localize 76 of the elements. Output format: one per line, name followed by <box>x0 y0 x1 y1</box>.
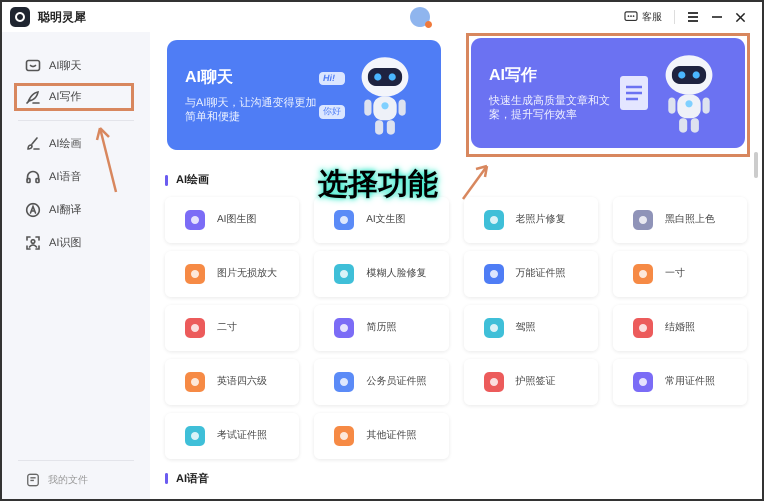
feature-label: 二寸 <box>217 320 237 335</box>
banner-description: 快速生成高质量文章和文案，提升写作效率 <box>489 94 611 122</box>
feature-label: 模糊人脸修复 <box>366 266 426 281</box>
feature-card[interactable]: 结婚照 <box>612 304 747 350</box>
menu-icon[interactable] <box>687 11 699 23</box>
feature-card[interactable]: 其他证件照 <box>314 412 448 458</box>
feature-label: AI图生图 <box>217 212 256 227</box>
sidebar-label: AI识图 <box>49 236 82 251</box>
feature-label: 常用证件照 <box>664 374 715 389</box>
document-icon <box>619 75 649 111</box>
sidebar-item[interactable]: AI翻译 <box>14 196 134 224</box>
banner-title: AI聊天 <box>185 68 234 88</box>
feature-card[interactable]: 护照签证 <box>464 358 598 404</box>
speech-bubble: 你好 <box>319 105 345 118</box>
sidebar-label: AI绘画 <box>49 136 82 152</box>
feature-label: 黑白照上色 <box>664 212 715 227</box>
feature-card[interactable]: 公务员证件照 <box>314 358 448 404</box>
speech-bubble: Hi! <box>319 72 345 85</box>
feature-label: 老照片修复 <box>516 212 566 227</box>
sidebar-label: AI写作 <box>49 90 82 105</box>
sidebar-item[interactable]: AI写作 <box>14 83 134 111</box>
feature-label: AI文生图 <box>366 212 406 227</box>
my-files-label: 我的文件 <box>48 474 88 488</box>
sidebar-item[interactable]: AI绘画 <box>14 130 134 158</box>
feature-label: 公务员证件照 <box>366 375 426 389</box>
arrow <box>460 162 490 202</box>
banner-description: 与AI聊天，让沟通变得更加简单和便捷 <box>185 96 318 124</box>
close-icon[interactable] <box>735 12 746 22</box>
feature-label: 考试证件照 <box>217 428 267 443</box>
feature-card[interactable]: 常用证件照 <box>612 358 747 404</box>
sidebar-label: AI聊天 <box>49 58 82 74</box>
sidebar-label: AI翻译 <box>49 202 82 218</box>
service-button[interactable]: 客服 <box>624 10 662 24</box>
feature-card[interactable]: 考试证件照 <box>165 412 300 458</box>
feature-label: 其他证件照 <box>366 428 416 443</box>
feature-card[interactable]: 黑白照上色 <box>612 196 747 242</box>
feature-label: 图片无损放大 <box>217 266 277 281</box>
feature-card[interactable]: 模糊人脸修复 <box>314 250 448 296</box>
pen-icon <box>25 89 41 105</box>
feature-label: 简历照 <box>366 321 396 335</box>
sidebar-item[interactable]: AI聊天 <box>14 52 134 80</box>
feature-card[interactable]: 一寸 <box>612 250 747 296</box>
headphones-icon <box>25 169 41 185</box>
feature-label: 结婚照 <box>664 320 695 335</box>
document-icon <box>26 473 40 487</box>
feature-card[interactable]: 老照片修复 <box>464 196 598 242</box>
chat-icon <box>25 58 41 74</box>
feature-banner[interactable]: AI写作 快速生成高质量文章和文案，提升写作效率 <box>471 38 745 148</box>
feature-label: 万能证件照 <box>516 266 566 281</box>
feature-label: 英语四六级 <box>217 374 267 389</box>
banner-title: AI写作 <box>489 66 538 86</box>
brush-icon <box>25 136 41 152</box>
feature-card[interactable]: 二寸 <box>165 304 300 350</box>
feature-card[interactable]: 驾照 <box>464 304 598 350</box>
scrollbar-thumb <box>754 152 758 178</box>
feature-label: 护照签证 <box>516 374 556 389</box>
feature-card[interactable]: 万能证件照 <box>464 250 598 296</box>
section-title: AI语音 <box>176 472 209 486</box>
chat-icon <box>624 11 638 23</box>
section-title: AI绘画 <box>176 172 209 188</box>
feature-card[interactable]: 简历照 <box>314 304 448 350</box>
window-title: 聪明灵犀 <box>38 9 86 26</box>
feature-label: 驾照 <box>516 321 536 335</box>
section-marker <box>165 174 168 186</box>
feature-card[interactable]: 图片无损放大 <box>165 250 300 296</box>
translate-icon <box>25 202 41 218</box>
sidebar-item[interactable]: AI语音 <box>14 163 134 191</box>
sidebar-item[interactable]: AI识图 <box>14 229 134 257</box>
feature-card[interactable]: AI图生图 <box>165 196 300 242</box>
avatar-icon[interactable] <box>410 7 430 27</box>
section-marker <box>165 473 168 484</box>
feature-label: 一寸 <box>664 266 685 281</box>
app-logo-icon <box>10 7 30 27</box>
feature-card[interactable]: 英语四六级 <box>165 358 300 404</box>
sidebar-label: AI语音 <box>49 170 82 185</box>
scan-icon <box>25 235 41 251</box>
